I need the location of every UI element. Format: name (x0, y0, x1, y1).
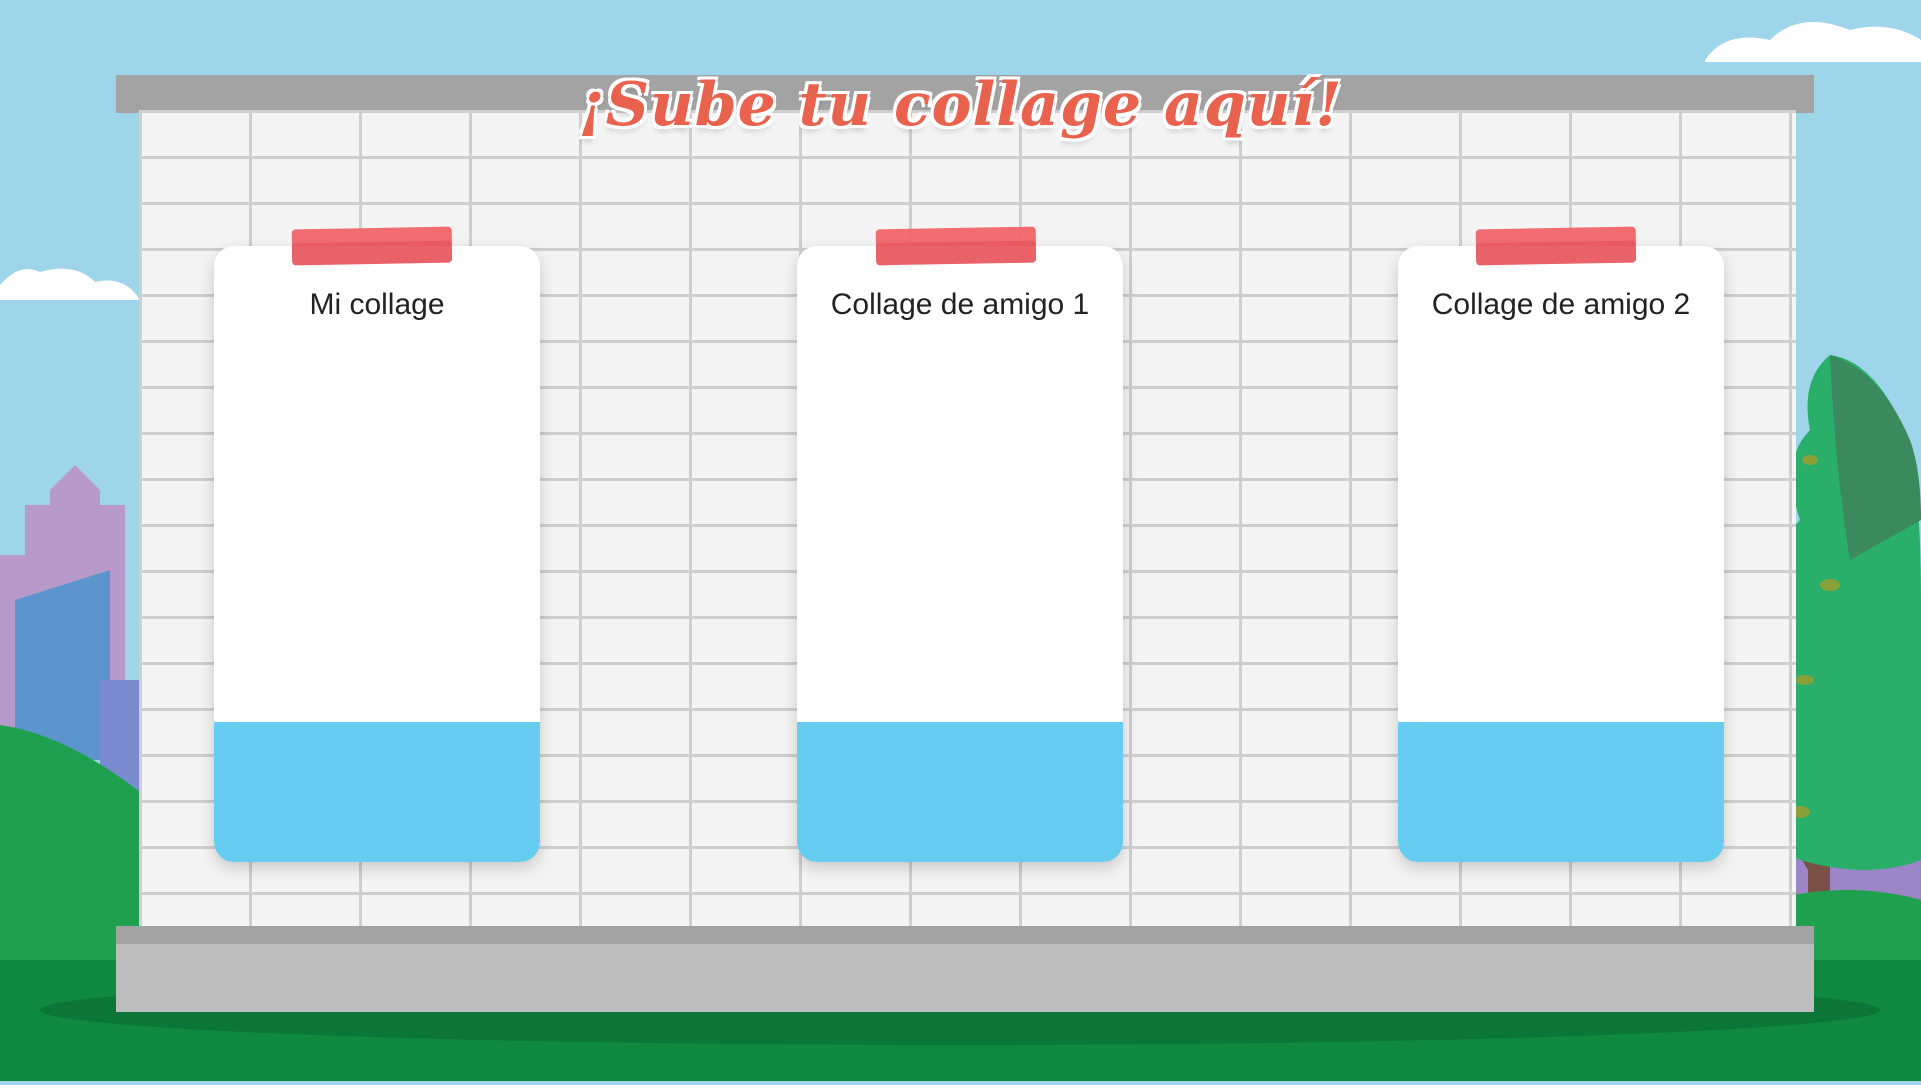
card-footer (797, 722, 1123, 862)
card-label: Collage de amigo 2 (1398, 288, 1724, 322)
collage-card-mine[interactable]: Mi collage (214, 246, 540, 862)
collage-card-friend-2[interactable]: Collage de amigo 2 (1398, 246, 1724, 862)
page-title: ¡Sube tu collage aquí! (0, 70, 1921, 140)
card-label: Collage de amigo 1 (797, 288, 1123, 322)
card-label: Mi collage (214, 288, 540, 322)
tape-icon (292, 241, 452, 266)
collage-card-friend-1[interactable]: Collage de amigo 1 (797, 246, 1123, 862)
wall-base-edge (116, 926, 1814, 944)
card-footer (1398, 722, 1724, 862)
tape-icon (1476, 241, 1636, 266)
tape-icon (876, 241, 1036, 266)
card-footer (214, 722, 540, 862)
